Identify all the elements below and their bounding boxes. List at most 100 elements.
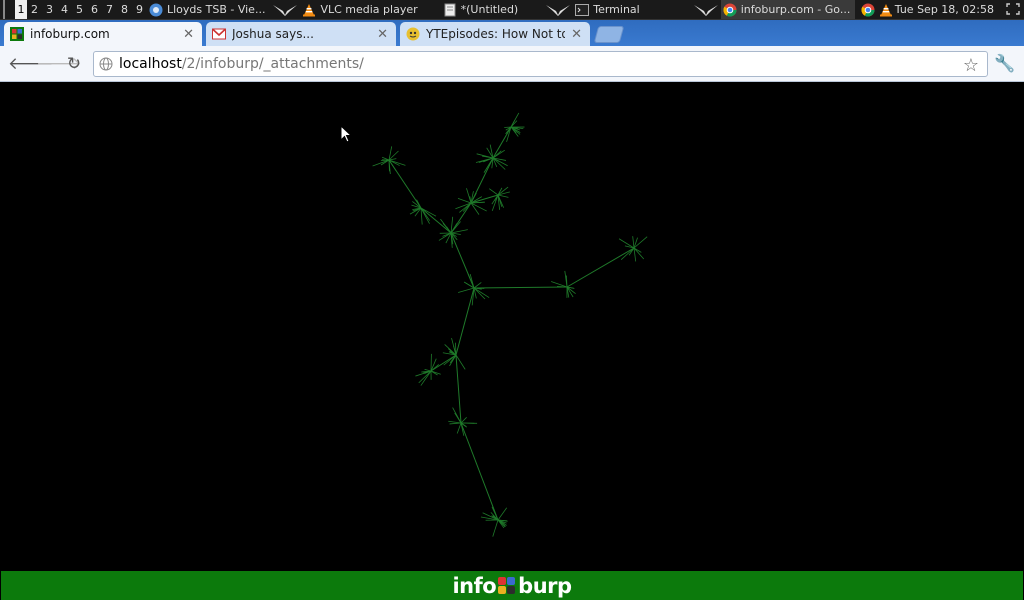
close-tab-icon[interactable]: ✕ — [571, 27, 582, 42]
graph-leaf — [473, 282, 482, 289]
footer-bar: info burp — [1, 571, 1023, 600]
chrome-icon — [723, 3, 737, 16]
graph-leaf — [497, 194, 509, 198]
graph-edge — [492, 126, 512, 159]
top-panel: 1 2 3 4 5 6 7 8 9 Lloyds TSB - Vie... VL… — [0, 0, 1024, 20]
ytepisodes-favicon-icon — [406, 27, 420, 41]
logo-text-right: burp — [518, 573, 572, 598]
graph-edge — [455, 287, 475, 356]
clock[interactable]: Tue Sep 18, 02:58 — [895, 0, 994, 19]
graph-leaf — [497, 507, 508, 521]
graph-leaf — [443, 354, 457, 366]
chromium-icon — [149, 3, 163, 16]
tab-infoburp[interactable]: infoburp.com ✕ — [4, 22, 202, 46]
graph-node[interactable] — [489, 186, 510, 212]
workspace-9[interactable]: 9 — [132, 0, 147, 19]
taskbar-item-vlc[interactable]: VLC media player — [300, 0, 422, 19]
workspace-7[interactable]: 7 — [102, 0, 117, 19]
workspace-3[interactable]: 3 — [42, 0, 57, 19]
workspace-1[interactable]: 1 — [15, 0, 27, 19]
graph-node[interactable] — [618, 236, 648, 262]
graph-leaf — [442, 222, 452, 234]
vlc-cone-icon[interactable] — [879, 3, 893, 17]
taskbar-label: Lloyds TSB - Vie... — [167, 3, 266, 16]
terminal-icon — [575, 3, 590, 16]
graph-leaf — [448, 420, 462, 424]
wrench-menu-icon[interactable]: 🔧 — [994, 54, 1016, 76]
mouse-cursor-icon — [340, 125, 352, 143]
taskbar-item-terminal[interactable]: Terminal — [573, 0, 645, 19]
taskbar-label: infoburp.com - Go... — [740, 3, 851, 16]
taskbar-label: VLC media player — [320, 3, 418, 16]
graph-leaf — [457, 197, 472, 204]
page-content — [1, 83, 1023, 571]
graph-node[interactable] — [504, 112, 525, 142]
graph-node[interactable] — [480, 506, 508, 537]
back-arrow-icon[interactable]: 🡐 — [8, 54, 54, 74]
tab-title: infoburp.com — [30, 27, 110, 41]
address-bar[interactable]: localhost/2/infoburp/_attachments/ ☆ — [93, 51, 988, 77]
url-host: localhost — [119, 56, 182, 72]
graph-node[interactable] — [438, 216, 468, 248]
globe-icon — [99, 57, 113, 71]
workspace-5[interactable]: 5 — [72, 0, 87, 19]
taskbar-label: Terminal — [593, 3, 640, 16]
tab-gmail[interactable]: Joshua says... ✕ — [206, 22, 396, 46]
graph-node[interactable] — [448, 407, 478, 436]
workspace-6[interactable]: 6 — [87, 0, 102, 19]
workspace-8[interactable]: 8 — [117, 0, 132, 19]
graph-edge — [420, 207, 452, 234]
graph-node[interactable] — [442, 337, 466, 370]
tab-strip: infoburp.com ✕ Joshua says... ✕ YTEpisod… — [0, 20, 1024, 46]
graph-leaf — [492, 150, 502, 159]
graph-node[interactable] — [415, 353, 441, 386]
taskbar-item-untitled[interactable]: *(Untitled) — [441, 0, 524, 19]
menu-corner-icon[interactable] — [3, 0, 13, 19]
close-tab-icon[interactable]: ✕ — [377, 27, 388, 42]
graph-edge — [455, 354, 462, 424]
url-path: /2/infoburp/_attachments/ — [181, 56, 364, 72]
vlc-cone-icon — [303, 3, 316, 16]
taskbar-item-chrome[interactable]: infoburp.com - Go... — [720, 0, 856, 19]
fullscreen-icon[interactable] — [1006, 3, 1020, 15]
logo-text-left: info — [452, 573, 497, 598]
reload-icon[interactable]: ↻ — [64, 54, 84, 74]
graph-edge — [473, 286, 568, 289]
taskbar-item-lloyds[interactable]: Lloyds TSB - Vie... — [147, 0, 270, 19]
tab-ytepisodes[interactable]: YTEpisodes: How Not to ✕ — [400, 22, 590, 46]
workspace-2[interactable]: 2 — [27, 0, 42, 19]
browser-toolbar: 🡐 🡒 ↻ localhost/2/infoburp/_attachments/… — [0, 46, 1024, 82]
wing-icon — [273, 4, 298, 16]
graph-node[interactable] — [475, 144, 508, 173]
logo-blocks-icon — [498, 576, 516, 595]
wing-icon — [546, 4, 571, 16]
new-tab-button[interactable] — [593, 26, 625, 43]
close-tab-icon[interactable]: ✕ — [183, 27, 194, 42]
graph-node[interactable] — [409, 199, 437, 225]
graph-edge — [460, 422, 499, 521]
graph-leaf — [449, 422, 462, 425]
graph-leaf — [492, 519, 499, 537]
graph-visualization[interactable] — [1, 83, 1023, 571]
graph-leaf — [489, 188, 499, 196]
graph-leaf — [372, 159, 390, 167]
tab-title: Joshua says... — [232, 27, 314, 41]
graph-leaf — [632, 236, 635, 249]
graph-leaf — [510, 112, 520, 128]
chrome-icon[interactable] — [861, 3, 875, 17]
graph-node[interactable] — [455, 188, 487, 215]
workspace-4[interactable]: 4 — [57, 0, 72, 19]
gmail-icon — [212, 28, 226, 40]
graph-leaf — [455, 342, 457, 356]
graph-leaf — [458, 287, 475, 293]
graph-node[interactable] — [458, 274, 490, 306]
infoburp-logo[interactable]: info burp — [452, 573, 572, 598]
forward-arrow-icon[interactable]: 🡒 — [36, 54, 82, 74]
graph-node[interactable] — [372, 146, 406, 175]
bookmark-star-icon[interactable]: ☆ — [963, 55, 979, 76]
infoburp-favicon-icon — [10, 27, 24, 41]
workspace-switcher: 1 2 3 4 5 6 7 8 9 — [0, 0, 147, 19]
tab-title: YTEpisodes: How Not to — [426, 27, 566, 41]
taskbar-label: *(Untitled) — [460, 3, 519, 16]
document-icon — [444, 3, 456, 16]
